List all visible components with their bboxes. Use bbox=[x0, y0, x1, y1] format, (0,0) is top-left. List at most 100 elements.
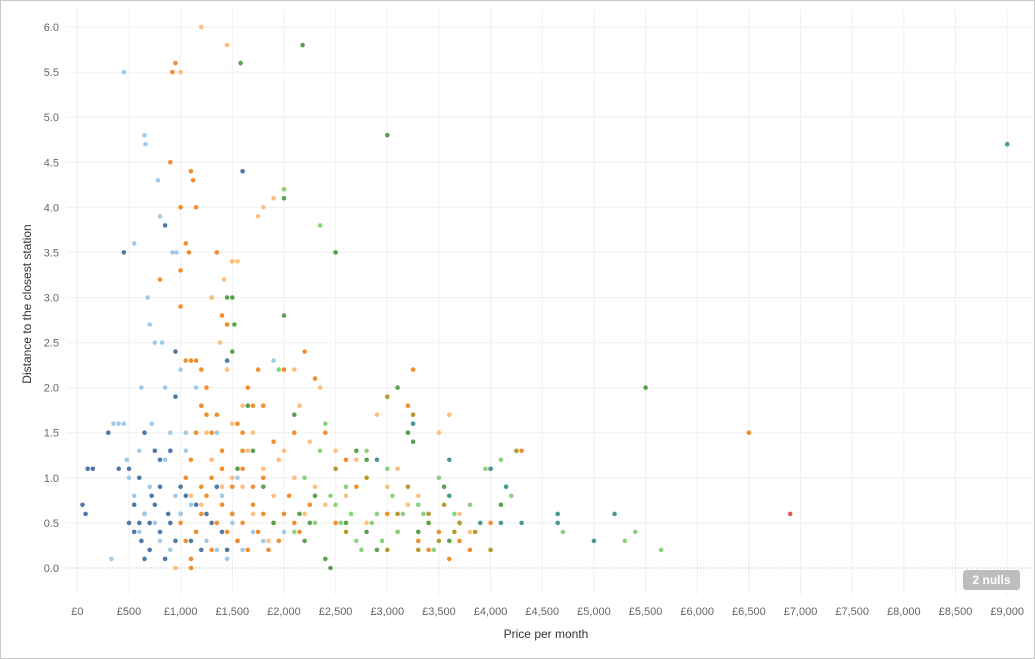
data-point[interactable] bbox=[478, 520, 483, 526]
data-point[interactable] bbox=[142, 556, 147, 562]
data-point[interactable] bbox=[90, 466, 96, 472]
data-point[interactable] bbox=[111, 421, 116, 427]
data-point[interactable] bbox=[250, 511, 256, 517]
data-point[interactable] bbox=[297, 403, 302, 409]
data-point[interactable] bbox=[255, 529, 261, 535]
data-point[interactable] bbox=[126, 520, 132, 526]
data-point[interactable] bbox=[240, 520, 245, 526]
data-point[interactable] bbox=[157, 277, 163, 282]
data-point[interactable] bbox=[281, 448, 287, 454]
data-point[interactable] bbox=[162, 556, 168, 562]
data-point[interactable] bbox=[183, 448, 189, 454]
data-point[interactable] bbox=[441, 502, 447, 508]
data-point[interactable] bbox=[147, 484, 152, 490]
data-point[interactable] bbox=[612, 511, 617, 517]
data-point[interactable] bbox=[131, 502, 137, 508]
data-point[interactable] bbox=[307, 502, 313, 508]
data-point[interactable] bbox=[385, 511, 390, 517]
data-point[interactable] bbox=[787, 511, 793, 517]
data-point[interactable] bbox=[374, 511, 380, 517]
data-point[interactable] bbox=[354, 484, 359, 490]
data-point[interactable] bbox=[230, 520, 235, 526]
data-point[interactable] bbox=[271, 520, 276, 526]
data-point[interactable] bbox=[116, 466, 121, 472]
data-point[interactable] bbox=[436, 475, 442, 481]
data-point[interactable] bbox=[214, 547, 220, 553]
data-point[interactable] bbox=[219, 448, 225, 454]
data-point[interactable] bbox=[204, 412, 209, 418]
data-point[interactable] bbox=[137, 448, 142, 454]
data-point[interactable] bbox=[333, 250, 338, 255]
data-point[interactable] bbox=[159, 340, 165, 345]
data-point[interactable] bbox=[217, 340, 223, 345]
data-point[interactable] bbox=[188, 457, 194, 463]
data-point[interactable] bbox=[276, 457, 282, 463]
data-point[interactable] bbox=[174, 250, 179, 255]
data-point[interactable] bbox=[137, 529, 142, 535]
data-point[interactable] bbox=[204, 538, 209, 544]
data-point[interactable] bbox=[292, 529, 297, 535]
data-point[interactable] bbox=[121, 421, 127, 427]
data-point[interactable] bbox=[374, 547, 380, 553]
data-point[interactable] bbox=[230, 484, 235, 490]
data-point[interactable] bbox=[168, 430, 173, 436]
data-point[interactable] bbox=[188, 538, 194, 544]
data-point[interactable] bbox=[230, 349, 235, 354]
data-point[interactable] bbox=[168, 448, 173, 454]
data-point[interactable] bbox=[230, 259, 235, 264]
data-point[interactable] bbox=[170, 250, 175, 255]
data-point[interactable] bbox=[131, 493, 137, 499]
data-point[interactable] bbox=[116, 421, 121, 427]
data-point[interactable] bbox=[168, 547, 173, 553]
data-point[interactable] bbox=[157, 529, 163, 535]
data-point[interactable] bbox=[162, 223, 168, 228]
data-point[interactable] bbox=[395, 466, 400, 472]
data-point[interactable] bbox=[1004, 141, 1010, 147]
data-point[interactable] bbox=[323, 421, 328, 427]
data-point[interactable] bbox=[178, 511, 183, 517]
data-point[interactable] bbox=[183, 430, 189, 436]
data-point[interactable] bbox=[457, 511, 462, 517]
data-point[interactable] bbox=[467, 547, 473, 553]
data-point[interactable] bbox=[354, 448, 359, 454]
data-point[interactable] bbox=[183, 493, 189, 499]
data-point[interactable] bbox=[214, 484, 220, 490]
data-point[interactable] bbox=[157, 457, 163, 463]
data-point[interactable] bbox=[271, 196, 276, 201]
data-point[interactable] bbox=[281, 313, 287, 318]
data-point[interactable] bbox=[250, 403, 256, 409]
data-point[interactable] bbox=[514, 448, 519, 454]
data-point[interactable] bbox=[178, 69, 183, 75]
data-point[interactable] bbox=[343, 520, 349, 526]
data-point[interactable] bbox=[416, 529, 421, 535]
data-point[interactable] bbox=[224, 556, 230, 562]
data-point[interactable] bbox=[323, 556, 328, 562]
data-point[interactable] bbox=[188, 565, 194, 571]
data-point[interactable] bbox=[204, 430, 209, 436]
data-point[interactable] bbox=[503, 484, 509, 490]
data-point[interactable] bbox=[137, 475, 142, 481]
data-point[interactable] bbox=[374, 457, 380, 463]
data-point[interactable] bbox=[307, 439, 313, 445]
data-point[interactable] bbox=[317, 385, 323, 390]
data-point[interactable] bbox=[152, 340, 158, 345]
data-point[interactable] bbox=[312, 484, 318, 490]
data-point[interactable] bbox=[199, 502, 204, 508]
data-point[interactable] bbox=[214, 250, 220, 255]
data-point[interactable] bbox=[214, 430, 220, 436]
data-point[interactable] bbox=[245, 403, 251, 409]
data-point[interactable] bbox=[632, 529, 638, 535]
data-point[interactable] bbox=[385, 132, 390, 138]
data-point[interactable] bbox=[126, 466, 132, 472]
data-point[interactable] bbox=[385, 394, 390, 400]
data-point[interactable] bbox=[457, 520, 462, 526]
data-point[interactable] bbox=[209, 430, 214, 436]
data-point[interactable] bbox=[405, 502, 411, 508]
data-point[interactable] bbox=[245, 385, 251, 390]
data-point[interactable] bbox=[214, 520, 220, 526]
data-point[interactable] bbox=[85, 466, 90, 472]
data-point[interactable] bbox=[261, 403, 266, 409]
data-point[interactable] bbox=[188, 358, 194, 363]
data-point[interactable] bbox=[193, 502, 199, 508]
data-point[interactable] bbox=[165, 511, 171, 517]
